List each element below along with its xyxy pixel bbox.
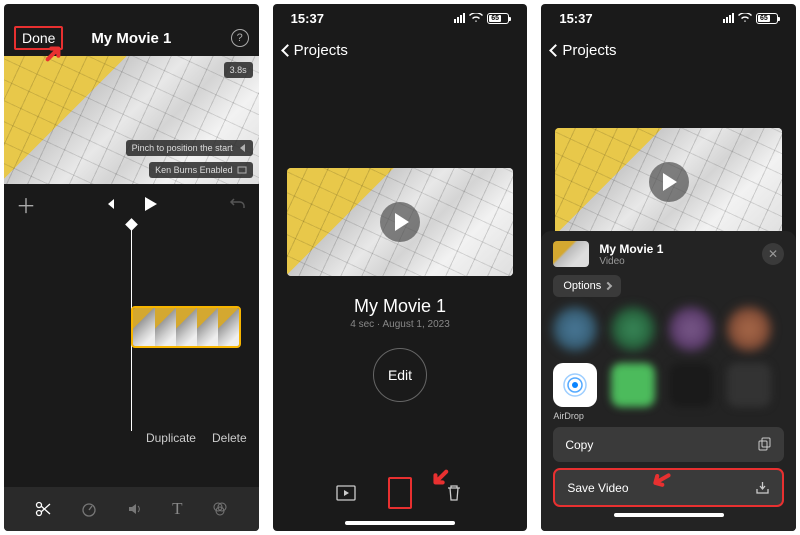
kenburns-icon — [237, 165, 247, 175]
status-bar: 15:37 65 — [273, 4, 528, 32]
project-thumbnail — [555, 128, 782, 236]
edit-button[interactable]: Edit — [373, 348, 427, 402]
play-fullscreen-button[interactable] — [334, 481, 358, 505]
copy-action[interactable]: Copy — [553, 427, 784, 462]
filters-icon[interactable] — [211, 500, 229, 518]
editor-screen: Done My Movie 1 ? ➜ 3.8s Pinch to positi… — [4, 4, 259, 531]
share-button[interactable] — [388, 477, 412, 509]
help-icon[interactable]: ? — [231, 29, 249, 47]
skip-start-icon — [237, 143, 247, 153]
play-overlay-icon[interactable] — [380, 202, 420, 242]
video-preview[interactable]: 3.8s Pinch to position the start Ken Bur… — [4, 56, 259, 184]
skip-start-button[interactable] — [103, 197, 117, 211]
bottom-toolbar — [273, 465, 528, 521]
project-meta: 4 sec · August 1, 2023 — [273, 319, 528, 330]
undo-button[interactable] — [229, 195, 247, 213]
share-sheet-screen: 15:37 65 Projects My Movie 1 Video ✕ Opt… — [541, 4, 796, 531]
play-button[interactable] — [141, 195, 159, 213]
home-indicator[interactable] — [614, 513, 724, 517]
copy-icon — [757, 437, 772, 452]
share-app[interactable] — [669, 363, 713, 407]
delete-button[interactable]: Delete — [212, 431, 247, 445]
chevron-right-icon — [604, 282, 612, 290]
status-time: 15:37 — [559, 11, 592, 26]
project-detail-screen: 15:37 65 Projects My Movie 1 4 sec · Aug… — [273, 4, 528, 531]
contact-avatar[interactable] — [553, 307, 597, 351]
project-title: My Movie 1 — [91, 30, 171, 47]
duplicate-button[interactable]: Duplicate — [146, 431, 196, 445]
timeline[interactable]: Duplicate Delete — [4, 224, 259, 487]
contact-avatar[interactable] — [611, 307, 655, 351]
apps-row — [553, 363, 784, 407]
signal-icon — [454, 13, 465, 23]
speed-icon[interactable] — [80, 500, 98, 518]
chevron-left-icon — [549, 44, 562, 57]
wifi-icon — [469, 13, 483, 23]
kenburns-badge: Ken Burns Enabled — [149, 162, 253, 178]
sheet-thumbnail — [553, 241, 589, 267]
video-clip[interactable] — [131, 306, 241, 348]
share-sheet: My Movie 1 Video ✕ Options AirDrop Copy — [541, 231, 796, 531]
airdrop-app[interactable] — [553, 363, 597, 407]
text-icon[interactable]: T — [172, 499, 182, 519]
airdrop-label: AirDrop — [553, 411, 784, 421]
project-name: My Movie 1 — [273, 296, 528, 317]
detail-header: Projects — [541, 32, 796, 68]
add-media-button[interactable]: ＋ — [16, 190, 36, 219]
battery-icon: 65 — [487, 13, 509, 24]
options-button[interactable]: Options — [553, 275, 621, 297]
play-overlay-icon — [649, 162, 689, 202]
scissors-icon[interactable] — [34, 500, 52, 518]
edit-toolbar: T — [4, 487, 259, 531]
contact-avatar[interactable] — [727, 307, 771, 351]
chevron-left-icon — [281, 44, 294, 57]
duration-badge: 3.8s — [224, 62, 253, 78]
signal-icon — [723, 13, 734, 23]
sheet-subtitle: Video — [599, 256, 752, 267]
status-bar: 15:37 65 — [541, 4, 796, 32]
back-button[interactable]: Projects — [551, 42, 616, 59]
status-time: 15:37 — [291, 11, 324, 26]
detail-header: Projects — [273, 32, 528, 68]
project-thumbnail[interactable] — [287, 168, 514, 276]
share-app[interactable] — [611, 363, 655, 407]
status-bar — [4, 4, 259, 20]
sheet-title: My Movie 1 — [599, 242, 752, 256]
battery-icon: 65 — [756, 13, 778, 24]
share-app[interactable] — [727, 363, 771, 407]
pinch-hint: Pinch to position the start — [126, 140, 253, 156]
contacts-row — [553, 307, 784, 351]
close-icon[interactable]: ✕ — [762, 243, 784, 265]
contact-avatar[interactable] — [669, 307, 713, 351]
wifi-icon — [738, 13, 752, 23]
home-indicator[interactable] — [345, 521, 455, 525]
volume-icon[interactable] — [126, 500, 144, 518]
back-button[interactable]: Projects — [283, 42, 348, 59]
download-icon — [755, 480, 770, 495]
